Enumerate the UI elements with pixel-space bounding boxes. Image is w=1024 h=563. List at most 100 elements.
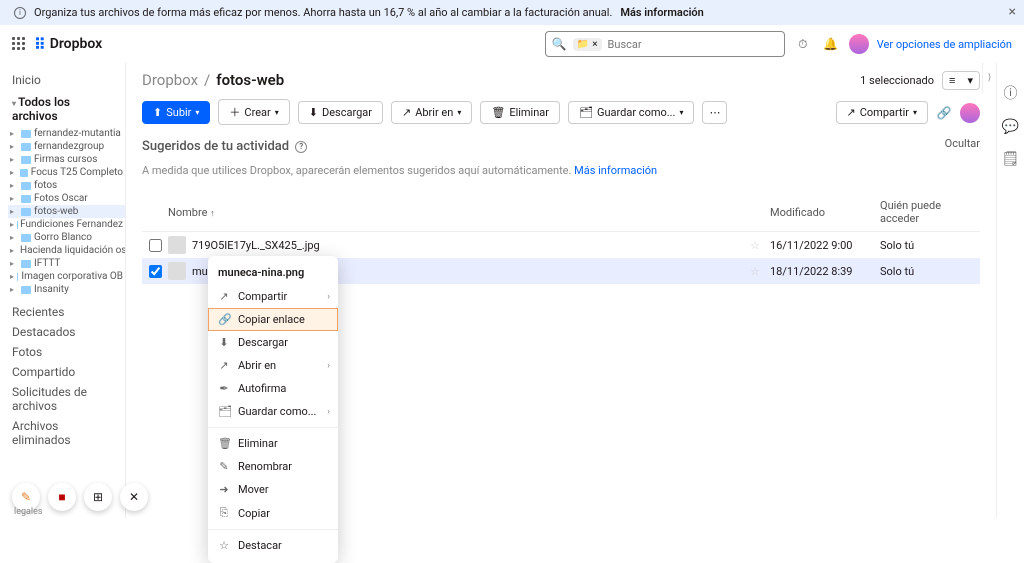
col-access[interactable]: Quién puede acceder — [880, 199, 980, 225]
apps-grid-icon[interactable] — [12, 37, 26, 51]
star-icon[interactable]: ☆ — [750, 265, 770, 278]
sidebar-all-files[interactable]: ▾ Todos los archivos — [4, 91, 125, 127]
download-button[interactable]: ⬇Descargar — [298, 101, 383, 124]
sidebar-nav-item[interactable]: Recientes — [4, 302, 125, 322]
row-checkbox[interactable] — [149, 265, 162, 278]
table-row[interactable]: 719O5IE17yL._SX425_.jpg☆16/11/2022 9:00S… — [142, 232, 980, 258]
chip-close-icon[interactable]: × — [592, 39, 597, 50]
search-folder-chip[interactable]: 📁 × — [573, 38, 602, 51]
folder-icon: 📁 — [577, 39, 589, 50]
search-bar[interactable]: 🔍 📁 × — [545, 31, 785, 57]
sidebar-home[interactable]: Inicio — [4, 69, 125, 91]
twisty-icon: ▸ — [10, 246, 14, 255]
context-menu-label: Eliminar — [238, 437, 278, 450]
folder-icon — [21, 195, 31, 203]
sidebar-nav-item[interactable]: Destacados — [4, 322, 125, 342]
link-icon[interactable]: 🔗 — [934, 103, 954, 123]
sidebar-tree-item[interactable]: ▸Fundiciones Fernandez — [8, 218, 125, 231]
delete-button[interactable]: 🗑Eliminar — [480, 101, 560, 124]
file-modified: 18/11/2022 8:39 — [770, 265, 880, 278]
sidebar-nav-item[interactable]: Solicitudes de archivos — [4, 382, 125, 416]
context-menu-item[interactable]: 🗑Eliminar — [208, 432, 338, 455]
timer-icon[interactable]: ⏱ — [793, 34, 813, 54]
link-icon: 🔗 — [218, 313, 230, 326]
suggested-hint-link[interactable]: Más información — [574, 164, 657, 177]
avatar[interactable] — [849, 34, 869, 54]
open-in-button[interactable]: ↗Abrir en▾ — [391, 101, 472, 124]
context-menu-item[interactable]: ↗Compartir› — [208, 285, 338, 308]
sidebar-tree-item[interactable]: ▸Hacienda liquidación oscar... — [8, 244, 125, 257]
fab-record[interactable]: ■ — [48, 483, 76, 511]
context-menu-item[interactable]: 🗂Guardar como...› — [208, 400, 338, 423]
context-menu-item[interactable]: 🔗 Copiar enlace — [208, 308, 338, 331]
sidebar-nav-item[interactable]: Compartido — [4, 362, 125, 382]
context-menu-item[interactable]: ⎘Copiar — [208, 501, 338, 525]
breadcrumb-root[interactable]: Dropbox — [142, 71, 198, 89]
fab-close[interactable]: ✕ — [120, 483, 148, 511]
folder-icon — [21, 143, 31, 151]
sidebar-tree-item[interactable]: ▸fernandez-mutantia — [8, 127, 125, 140]
sidebar-tree-item[interactable]: ▸Insanity — [8, 283, 125, 296]
sidebar-tree-item[interactable]: ▸Fotos Oscar — [8, 192, 125, 205]
chevron-down-icon: ▾ — [457, 108, 461, 117]
sidebar-tree-item[interactable]: ▸Firmas cursos — [8, 153, 125, 166]
context-menu-title: muneca-nina.png — [208, 262, 338, 285]
bell-icon[interactable]: 🔔 — [821, 34, 841, 54]
fab-grid[interactable]: ⊞ — [84, 483, 112, 511]
banner-cta-link[interactable]: Más información — [620, 6, 703, 19]
tree-item-label: Insanity — [34, 284, 69, 295]
sidebar-tree-item[interactable]: ▸fernandezgroup — [8, 140, 125, 153]
hide-button[interactable]: Ocultar — [945, 137, 980, 150]
rail-collapse-button[interactable]: ⟩ — [982, 63, 996, 93]
row-checkbox[interactable] — [149, 239, 162, 252]
context-menu-item[interactable]: ➜Mover — [208, 478, 338, 501]
context-menu-item[interactable]: ☆Destacar — [208, 534, 338, 557]
close-icon[interactable]: × — [1009, 4, 1016, 20]
list-view-icon[interactable]: ≡ — [943, 72, 961, 89]
sidebar-tree-item[interactable]: ▸fotos-web — [8, 205, 125, 218]
help-icon[interactable]: ? — [295, 141, 307, 153]
download-icon: ⬇ — [309, 106, 318, 119]
sidebar-tree-item[interactable]: ▸Gorro Blanco — [8, 231, 125, 244]
upgrade-link[interactable]: Ver opciones de ampliación — [877, 38, 1012, 51]
sidebar-nav-item[interactable]: Fotos — [4, 342, 125, 362]
upload-button[interactable]: ⬆Subir▾ — [142, 101, 210, 124]
brand-logo[interactable]: ⠿ Dropbox — [34, 35, 102, 54]
sidebar-tree-item[interactable]: ▸IFTTT — [8, 257, 125, 270]
sort-asc-icon[interactable]: ↑ — [210, 209, 215, 219]
context-menu-label: Copiar enlace — [238, 313, 305, 326]
file-modified: 16/11/2022 9:00 — [770, 239, 880, 252]
chevron-right-icon: › — [327, 361, 330, 371]
col-name[interactable]: Nombre — [168, 206, 207, 219]
share-icon: ↗ — [218, 290, 230, 303]
context-menu-item[interactable]: ⬇Descargar — [208, 331, 338, 354]
share-button[interactable]: ↗Compartir▾ — [836, 101, 928, 124]
tree-item-label: Gorro Blanco — [34, 232, 92, 243]
tree-item-label: fotos — [34, 180, 57, 191]
view-toggle[interactable]: ≡▾ — [942, 71, 980, 90]
sidebar-tree-item[interactable]: ▸Imagen corporativa OB — [8, 270, 125, 283]
create-button[interactable]: ＋Crear▾ — [218, 99, 289, 125]
info-rail-icon[interactable]: ⓘ — [1004, 83, 1018, 103]
move-icon: ➜ — [218, 483, 230, 496]
activity-rail-icon[interactable]: 🗒 — [1002, 151, 1020, 167]
sidebar-nav-item[interactable]: Archivos eliminados — [4, 416, 125, 450]
tree-item-label: Focus T25 Completo — [31, 167, 123, 178]
context-menu: muneca-nina.png ↗Compartir› 🔗 Copiar enlac… — [208, 256, 338, 563]
context-menu-item[interactable]: ✒Autofirma — [208, 377, 338, 400]
context-menu-item[interactable]: ↗Abrir en› — [208, 354, 338, 377]
share-avatar[interactable] — [960, 103, 980, 123]
context-menu-label: Guardar como... — [238, 405, 316, 418]
col-modified[interactable]: Modificado — [770, 206, 880, 219]
star-icon[interactable]: ☆ — [750, 239, 770, 252]
context-menu-item[interactable]: ✎Renombrar — [208, 455, 338, 478]
comment-rail-icon[interactable]: 💬 — [1002, 119, 1019, 135]
search-input[interactable] — [608, 38, 778, 51]
file-thumbnail — [168, 236, 186, 254]
save-as-button[interactable]: 🗂Guardar como...▾ — [568, 101, 694, 124]
sidebar-tree-item[interactable]: ▸fotos — [8, 179, 125, 192]
view-chevron-icon[interactable]: ▾ — [961, 72, 979, 89]
more-button[interactable]: ⋯ — [702, 101, 727, 124]
sidebar-tree-item[interactable]: ▸Focus T25 Completo — [8, 166, 125, 179]
file-name: 719O5IE17yL._SX425_.jpg — [192, 239, 320, 252]
